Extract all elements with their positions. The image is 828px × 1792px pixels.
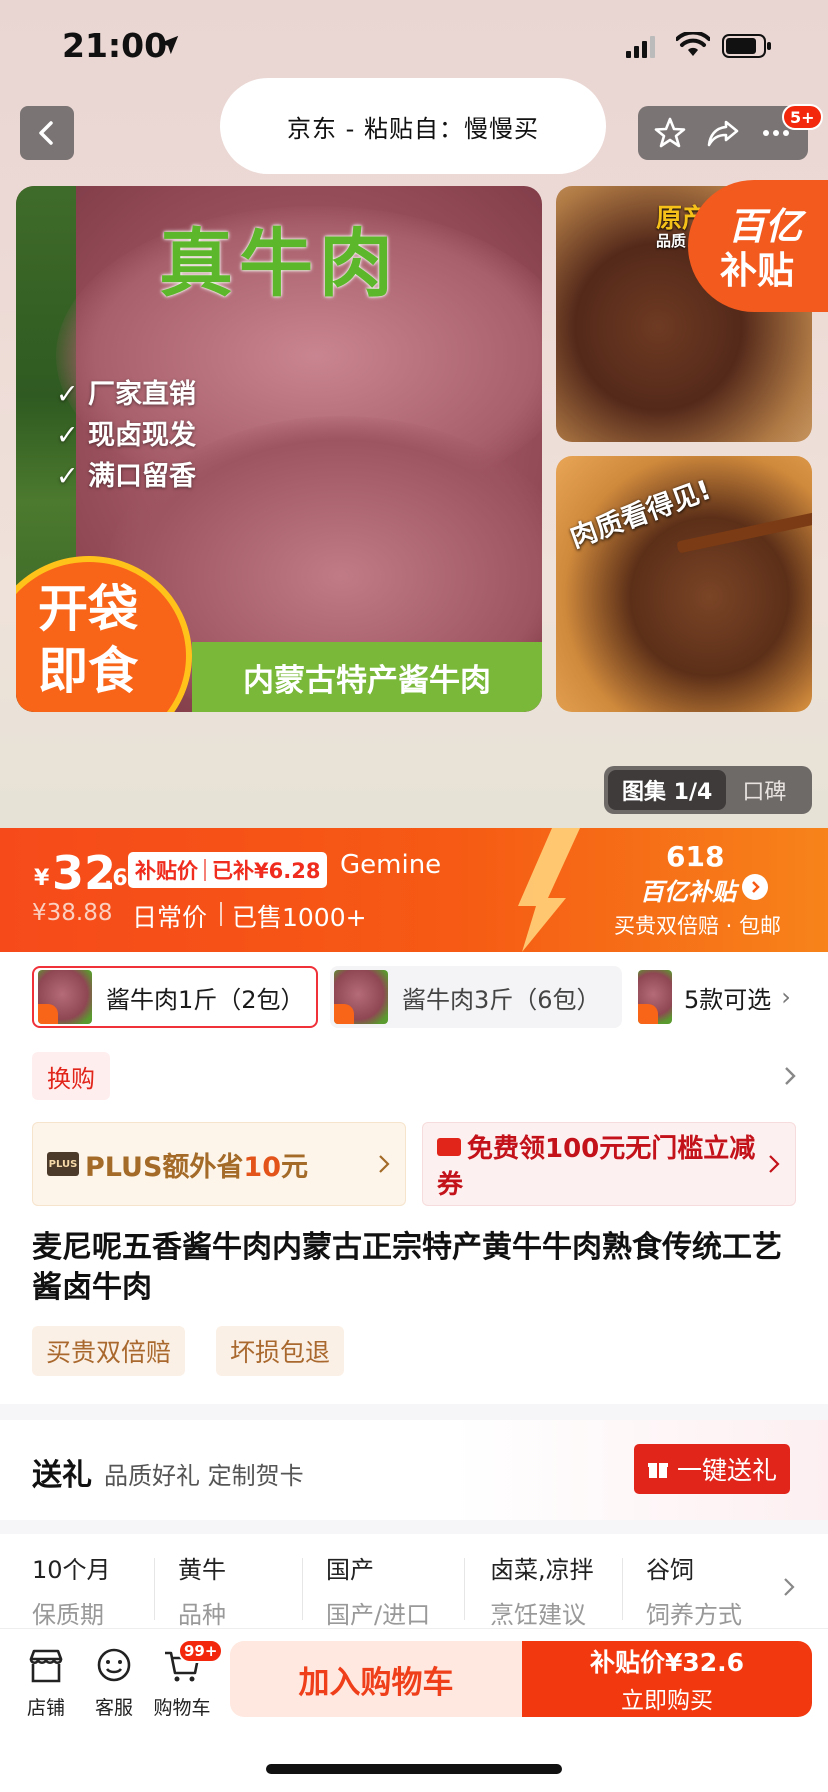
service-label: 客服 <box>94 1697 133 1719</box>
section-divider <box>0 1404 828 1420</box>
daily-price-label: 日常价 <box>132 903 208 932</box>
image-feature-list: ✓ 厂家直销 ✓ 现卤现发 ✓ 满口留香 <box>56 374 196 497</box>
add-to-cart-button[interactable]: 加入购物车 <box>230 1641 522 1717</box>
product-title: 麦尼呢五香酱牛肉内蒙古正宗特产黄牛牛肉熟食传统工艺酱卤牛肉 <box>32 1230 782 1305</box>
divider <box>622 1558 623 1620</box>
gallery-switch: 图集 1/4 口碑 <box>604 766 812 814</box>
more-variants-button[interactable]: 5款可选 › <box>634 966 828 1028</box>
variant-thumbnail <box>38 970 92 1024</box>
spec-item: 卤菜,凉拌 烹饪建议 <box>490 1556 594 1629</box>
divider <box>464 1558 465 1620</box>
price-note: Gemine <box>340 850 442 880</box>
price-decimal: .6 <box>104 866 128 891</box>
image-origin-band: 内蒙古特产酱牛肉 <box>192 642 542 712</box>
chevron-right-icon[interactable] <box>780 1064 800 1088</box>
divider <box>302 1558 303 1620</box>
location-arrow-icon <box>159 35 179 55</box>
buy-now-label: 立即购买 <box>621 1688 713 1714</box>
event-arrow-button[interactable] <box>742 874 768 900</box>
gift-icon <box>647 1463 668 1478</box>
buy-now-button[interactable]: 补贴价¥32.6 立即购买 <box>522 1641 812 1717</box>
divider <box>220 902 222 926</box>
message-count-badge: 5+ <box>782 104 823 130</box>
spec-item: 黄牛 品种 <box>178 1556 226 1629</box>
signal-icon <box>626 36 655 58</box>
chevron-right-icon <box>769 1155 780 1173</box>
subsidy-corner-badge: 百亿 补贴 <box>688 180 828 312</box>
section-divider <box>0 1520 828 1534</box>
chevron-right-icon <box>784 1578 795 1596</box>
variant-label: 酱牛肉3斤（6包） <box>402 985 601 1014</box>
service-tag-damage-return[interactable]: 坏损包退 <box>216 1326 345 1376</box>
service-tag-price-guarantee[interactable]: 买贵双倍赔 <box>32 1326 186 1376</box>
battery-icon <box>722 34 771 58</box>
home-indicator[interactable] <box>266 1764 562 1774</box>
divider <box>154 1558 155 1620</box>
lightning-decor-icon <box>518 828 580 952</box>
variant-thumbnail <box>638 970 672 1024</box>
plus-savings-text: PLUS额外省10元 <box>85 1151 308 1183</box>
image-feature-item: ✓ 满口留香 <box>56 461 197 492</box>
coupon-text: 免费领100元无门槛立减券 <box>437 1134 756 1200</box>
image-headline: 真牛肉 <box>159 221 399 307</box>
status-time: 21:00 <box>62 26 168 65</box>
spec-item: 10个月 保质期 <box>32 1556 111 1629</box>
cart-label: 购物车 <box>153 1697 211 1719</box>
spec-item: 国产 国产/进口 <box>326 1556 431 1629</box>
send-gift-button[interactable]: 一键送礼 <box>634 1444 790 1494</box>
spec-summary[interactable]: 10个月 保质期 黄牛 品种 国产 国产/进口 卤菜,凉拌 烹饪建议 谷饲 饲养方式 <box>0 1534 828 1629</box>
swap-purchase-tag[interactable]: 换购 <box>32 1052 110 1100</box>
event-subsidy-title: 百亿补贴 <box>640 878 736 906</box>
coupon-card[interactable]: 免费领100元无门槛立减券 <box>422 1122 796 1206</box>
star-icon[interactable] <box>653 116 687 150</box>
product-image-thumb-2[interactable]: 肉质看得见! <box>556 456 812 712</box>
sold-count: 已售1000+ <box>232 903 367 932</box>
chevron-right-icon <box>379 1155 390 1173</box>
spec-item: 谷饲 饲养方式 <box>646 1556 742 1629</box>
ready-to-eat-text: 开袋 即食 <box>38 580 138 700</box>
chevron-left-icon <box>39 121 53 145</box>
subsidy-price-tag: 补贴价 已补¥6.28 <box>128 852 328 888</box>
gallery-tab-reviews[interactable]: 口碑 <box>726 774 786 806</box>
product-image-main[interactable]: 真牛肉 ✓ 厂家直销 ✓ 现卤现发 ✓ 满口留香 开袋 即食 内蒙古特产酱牛肉 <box>16 186 542 712</box>
back-button[interactable] <box>20 106 74 160</box>
store-icon <box>29 1649 63 1683</box>
wifi-icon <box>676 32 710 56</box>
event-description: 买贵双倍赔 · 包邮 <box>614 914 782 938</box>
customer-service-button[interactable]: 客服 <box>84 1645 144 1720</box>
variant-option-selected[interactable]: 酱牛肉1斤（2包） <box>32 966 318 1028</box>
buy-price-label: 补贴价¥32.6 <box>589 1648 745 1677</box>
chat-smile-icon <box>97 1648 131 1682</box>
coupon-icon <box>437 1137 461 1156</box>
gallery-tab-images[interactable]: 图集 1/4 <box>608 770 727 810</box>
store-button[interactable]: 店铺 <box>16 1645 76 1720</box>
original-price: ¥38.88 <box>32 900 113 926</box>
plus-logo-icon: PLUS <box>47 1152 79 1176</box>
price-banner: ¥ 32 .6 补贴价 已补¥6.28 Gemine ¥38.88 日常价 已售1… <box>0 828 828 952</box>
variant-label: 酱牛肉1斤（2包） <box>106 985 305 1014</box>
more-variants-label: 5款可选 <box>684 985 772 1014</box>
chopsticks-decor <box>676 510 812 554</box>
gift-title: 送礼 <box>32 1458 92 1493</box>
event-618-title: 618 <box>666 840 725 873</box>
chevron-right-icon <box>752 881 760 893</box>
plus-savings-card[interactable]: PLUS PLUS额外省10元 <box>32 1122 406 1206</box>
price-currency: ¥ <box>34 866 50 891</box>
share-icon[interactable] <box>706 116 740 150</box>
image-feature-item: ✓ 厂家直销 <box>56 379 197 410</box>
variant-thumbnail <box>334 970 388 1024</box>
image-quality-label: 品质 <box>656 232 687 250</box>
chevron-right-icon: › <box>781 983 791 1011</box>
gift-section[interactable]: 送礼 品质好礼 定制贺卡 一键送礼 <box>0 1420 828 1520</box>
variant-option[interactable]: 酱牛肉3斤（6包） <box>330 966 622 1028</box>
gift-subtitle: 品质好礼 定制贺卡 <box>104 1462 304 1490</box>
cart-count-badge: 99+ <box>178 1639 224 1663</box>
store-label: 店铺 <box>26 1697 65 1719</box>
image-feature-item: ✓ 现卤现发 <box>56 420 197 451</box>
source-title-pill[interactable]: 京东 - 粘贴自：慢慢买 <box>220 78 606 174</box>
